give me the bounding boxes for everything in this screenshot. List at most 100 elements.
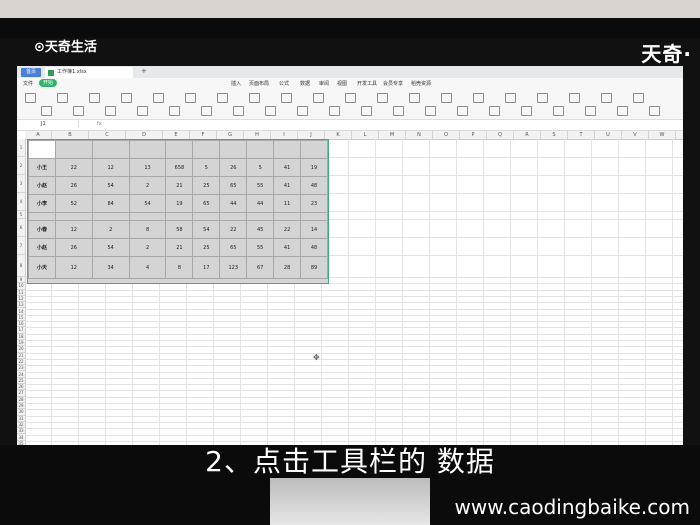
data-cell[interactable]: [54, 140, 93, 159]
data-cell[interactable]: 65: [192, 194, 221, 213]
toolbar-button-icon[interactable]: [521, 106, 532, 116]
new-tab-button[interactable]: +: [141, 67, 147, 75]
data-cell[interactable]: 55: [246, 176, 275, 195]
data-cell[interactable]: 58: [165, 220, 194, 239]
data-cell[interactable]: [91, 212, 130, 221]
toolbar-button-icon[interactable]: [249, 93, 260, 103]
toolbar-button-icon[interactable]: [185, 93, 196, 103]
data-cell[interactable]: 5: [192, 158, 221, 177]
toolbar-button-icon[interactable]: [121, 93, 132, 103]
row-header-1[interactable]: 1: [17, 139, 25, 157]
column-header-O[interactable]: O: [433, 131, 460, 139]
toolbar-button-icon[interactable]: [537, 93, 548, 103]
toolbar-button-icon[interactable]: [329, 106, 340, 116]
data-cell[interactable]: 22: [273, 220, 302, 239]
data-cell[interactable]: [165, 212, 194, 221]
data-cell[interactable]: 54: [192, 220, 221, 239]
menu-item-7[interactable]: 视图: [337, 80, 347, 87]
data-cell[interactable]: [192, 140, 221, 159]
data-cell[interactable]: [54, 212, 93, 221]
toolbar-button-icon[interactable]: [601, 93, 612, 103]
data-cell[interactable]: 89: [300, 256, 328, 279]
toolbar-button-icon[interactable]: [297, 106, 308, 116]
row-label-cell[interactable]: 小春: [28, 220, 56, 239]
data-cell[interactable]: 5: [246, 158, 275, 177]
column-header-S[interactable]: S: [541, 131, 568, 139]
data-cell[interactable]: 19: [300, 158, 328, 177]
name-box[interactable]: J1: [19, 121, 79, 128]
data-cell[interactable]: 26: [54, 176, 93, 195]
toolbar-button-icon[interactable]: [265, 106, 276, 116]
data-cell[interactable]: [273, 140, 302, 159]
column-header-U[interactable]: U: [595, 131, 622, 139]
row-label-cell[interactable]: [28, 140, 56, 159]
tab-document[interactable]: 工作簿1.xlsx: [45, 67, 133, 78]
toolbar-button-icon[interactable]: [89, 93, 100, 103]
data-cell[interactable]: 11: [273, 194, 302, 213]
toolbar-button-icon[interactable]: [425, 106, 436, 116]
column-header-J[interactable]: J: [298, 131, 325, 139]
row-label-cell[interactable]: 小赵: [28, 238, 56, 257]
data-cell[interactable]: 8: [128, 220, 167, 239]
toolbar-button-icon[interactable]: [617, 106, 628, 116]
data-cell[interactable]: 14: [300, 220, 328, 239]
data-cell[interactable]: 19: [165, 194, 194, 213]
data-cell[interactable]: 4: [128, 256, 167, 279]
menu-item-9[interactable]: 会员专享: [383, 80, 403, 87]
data-cell[interactable]: 25: [192, 176, 221, 195]
column-header-T[interactable]: T: [568, 131, 595, 139]
toolbar-button-icon[interactable]: [313, 93, 324, 103]
column-header-K[interactable]: K: [325, 131, 352, 139]
row-header-3[interactable]: 3: [17, 175, 25, 193]
data-cell[interactable]: 48: [300, 176, 328, 195]
column-header-G[interactable]: G: [217, 131, 244, 139]
column-header-N[interactable]: N: [406, 131, 433, 139]
data-cell[interactable]: 44: [219, 194, 248, 213]
data-cell[interactable]: 41: [273, 176, 302, 195]
data-cell[interactable]: 26: [219, 158, 248, 177]
data-cell[interactable]: 21: [165, 238, 194, 257]
column-header-B[interactable]: B: [52, 131, 89, 139]
toolbar-button-icon[interactable]: [441, 93, 452, 103]
data-cell[interactable]: 658: [165, 158, 194, 177]
toolbar-button-icon[interactable]: [409, 93, 420, 103]
data-cell[interactable]: 54: [128, 194, 167, 213]
menu-item-1[interactable]: 开始: [39, 79, 58, 87]
data-cell[interactable]: 48: [300, 238, 328, 257]
row-header-7[interactable]: 7: [17, 237, 25, 255]
data-cell[interactable]: 45: [246, 220, 275, 239]
toolbar-button-icon[interactable]: [585, 106, 596, 116]
toolbar-button-icon[interactable]: [393, 106, 404, 116]
menu-item-8[interactable]: 开发工具: [357, 80, 377, 87]
data-cell[interactable]: 84: [91, 194, 130, 213]
data-cell[interactable]: 23: [300, 194, 328, 213]
column-header-C[interactable]: C: [89, 131, 126, 139]
data-cell[interactable]: [192, 212, 221, 221]
column-header-H[interactable]: H: [244, 131, 271, 139]
menu-item-6[interactable]: 审阅: [319, 80, 329, 87]
data-cell[interactable]: 54: [91, 176, 130, 195]
toolbar-button-icon[interactable]: [473, 93, 484, 103]
data-cell[interactable]: 52: [54, 194, 93, 213]
menu-item-5[interactable]: 数据: [300, 80, 310, 87]
data-cell[interactable]: 17: [192, 256, 221, 279]
row-header-6[interactable]: 6: [17, 219, 25, 237]
toolbar-button-icon[interactable]: [281, 93, 292, 103]
row-label-cell[interactable]: 小王: [28, 158, 56, 177]
data-cell[interactable]: 44: [246, 194, 275, 213]
toolbar-button-icon[interactable]: [201, 106, 212, 116]
data-cell[interactable]: [300, 212, 328, 221]
menu-item-4[interactable]: 公式: [279, 80, 289, 87]
column-header-M[interactable]: M: [379, 131, 406, 139]
fx-icon[interactable]: fx: [97, 121, 102, 127]
data-cell[interactable]: [165, 140, 194, 159]
toolbar-button-icon[interactable]: [345, 93, 356, 103]
column-header-D[interactable]: D: [126, 131, 163, 139]
data-cell[interactable]: 25: [192, 238, 221, 257]
data-cell[interactable]: 67: [246, 256, 275, 279]
data-cell[interactable]: 41: [273, 158, 302, 177]
data-cell[interactable]: [219, 140, 248, 159]
data-cell[interactable]: 2: [128, 176, 167, 195]
data-cell[interactable]: [300, 140, 328, 159]
data-cell[interactable]: 22: [219, 220, 248, 239]
